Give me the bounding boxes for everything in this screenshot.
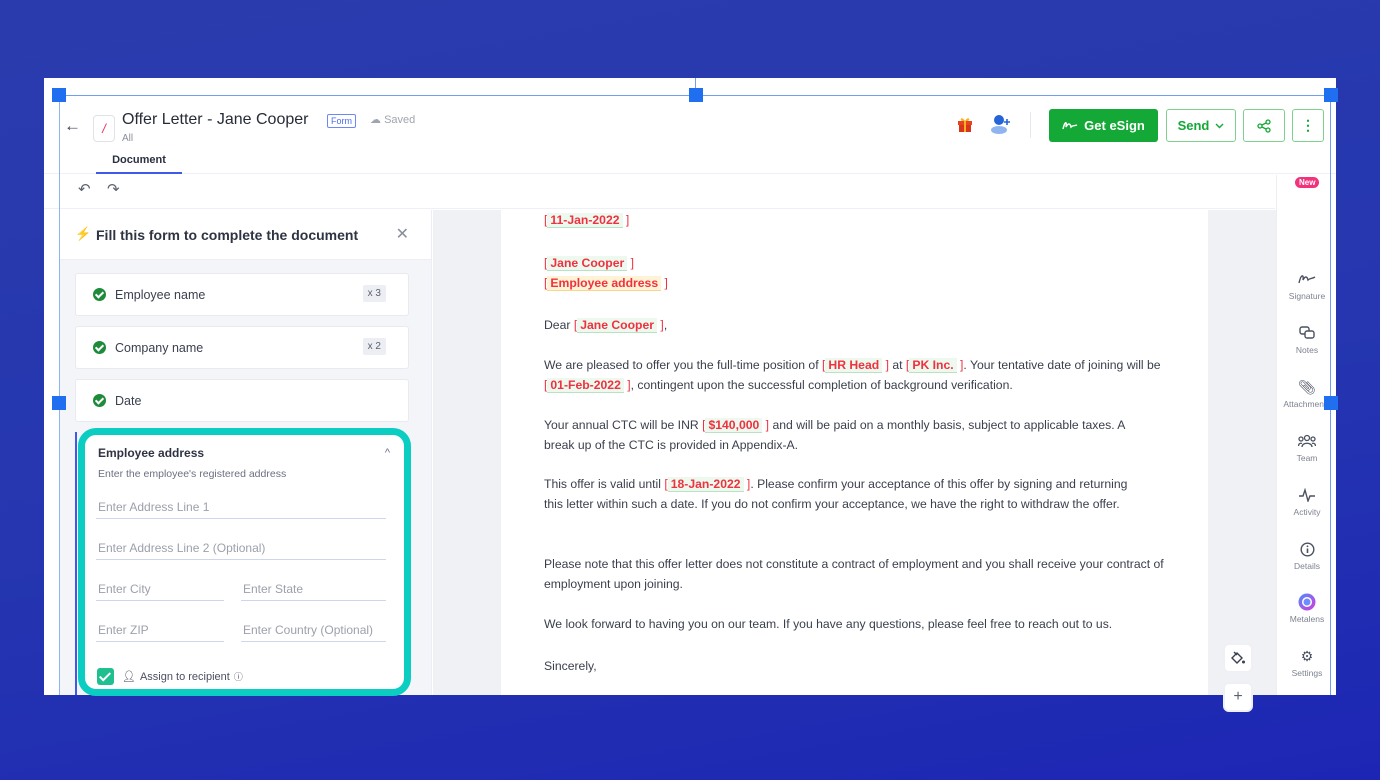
document-canvas: [11-Jan-2022 ] [Jane Cooper ] [Employee … (433, 210, 1276, 695)
signature-icon (1298, 275, 1316, 284)
right-sidebar: Signature Notes 📎︎ Attachments Team Acti… (1276, 175, 1336, 695)
name-line: [Jane Cooper ] (544, 256, 634, 271)
field-date[interactable]: Date (75, 379, 409, 422)
address-line1-input[interactable] (96, 496, 386, 519)
field-employee-name[interactable]: Employee name x 3 (75, 273, 409, 316)
greeting: Dear [Jane Cooper ], (544, 318, 668, 333)
sidebar-item-team[interactable]: Team (1277, 432, 1336, 463)
resize-handle[interactable] (52, 88, 66, 102)
signature-icon (1062, 121, 1078, 129)
check-circle-icon (93, 288, 106, 301)
address-field-title: Employee address (98, 446, 205, 460)
date-line: [11-Jan-2022 ] (544, 213, 630, 228)
employee-address-card: Employee address ^ Enter the employee's … (78, 428, 411, 696)
sidebar-item-notes[interactable]: Notes (1277, 324, 1336, 355)
paragraph-position: We are pleased to offer you the full-tim… (544, 358, 1161, 393)
chevron-up-icon[interactable]: ^ (385, 447, 390, 459)
placeholder-joining-date[interactable]: 01-Feb-2022 (547, 378, 624, 393)
assign-to-recipient-row: 👤︎ Assign to recipient ⓘ (97, 668, 243, 685)
placeholder-position[interactable]: HR Head (825, 358, 883, 373)
info-icon[interactable]: ⓘ (234, 670, 243, 683)
chevron-down-icon (1215, 123, 1224, 128)
add-user-icon[interactable] (990, 114, 1012, 134)
back-button[interactable]: ← (64, 116, 81, 136)
team-icon (1298, 434, 1316, 448)
form-panel-title: Fill this form to complete the document (96, 227, 359, 243)
placeholder-employee-name[interactable]: Jane Cooper (577, 318, 658, 333)
placeholder-valid-until[interactable]: 18-Jan-2022 (667, 477, 744, 492)
new-badge: New (1295, 177, 1320, 188)
resize-handle[interactable] (52, 396, 66, 410)
redo-button[interactable]: ↷ (107, 180, 120, 198)
placeholder-company[interactable]: PK Inc. (909, 358, 957, 373)
add-button[interactable]: + (1223, 682, 1253, 712)
paint-bucket-icon (1231, 651, 1245, 664)
kebab-icon: ⋮ (1301, 117, 1315, 133)
close-icon[interactable]: ✕ (396, 224, 409, 244)
paperclip-icon: 📎︎ (1298, 378, 1316, 395)
more-options-button[interactable]: ⋮ (1292, 109, 1324, 142)
document-title[interactable]: Offer Letter - Jane Cooper (122, 111, 308, 129)
placeholder-ctc[interactable]: $140,000 (705, 418, 763, 433)
share-icon (1257, 118, 1271, 133)
address-field-description: Enter the employee's registered address (98, 468, 287, 480)
closing: Sincerely, (544, 659, 597, 673)
form-badge: Form (327, 114, 356, 128)
usage-count: x 2 (362, 338, 386, 355)
metalens-icon (1298, 593, 1316, 611)
paragraph-closing-remark: We look forward to having you on our tea… (544, 617, 1113, 631)
placeholder-employee-name[interactable]: Jane Cooper (547, 256, 628, 271)
gear-icon: ⚙ (1300, 647, 1314, 664)
document-icon: / (93, 115, 115, 142)
sidebar-item-details[interactable]: Details (1277, 540, 1336, 571)
undo-button[interactable]: ↶ (78, 180, 91, 198)
selection-outline (1330, 95, 1331, 695)
plus-icon: + (1233, 688, 1243, 705)
address-line: [Employee address ] (544, 276, 668, 291)
cloud-icon: ☁ (370, 114, 381, 126)
sidebar-item-signature[interactable]: Signature (1277, 270, 1336, 301)
assign-checkbox[interactable] (97, 668, 114, 685)
get-esign-button[interactable]: Get eSign (1049, 109, 1158, 142)
share-button[interactable] (1243, 109, 1285, 142)
paragraph-ctc: Your annual CTC will be INR [$140,000 ] … (544, 418, 1125, 452)
resize-handle[interactable] (689, 88, 703, 102)
placeholder-date[interactable]: 11-Jan-2022 (547, 213, 623, 228)
notes-icon (1299, 326, 1315, 339)
document-page: [11-Jan-2022 ] [Jane Cooper ] [Employee … (501, 210, 1208, 695)
address-line2-input[interactable] (96, 537, 386, 560)
sidebar-item-settings[interactable]: ⚙ Settings (1277, 647, 1336, 679)
usage-count: x 3 (362, 285, 386, 302)
sidebar-item-metalens[interactable]: Metalens (1277, 593, 1336, 624)
form-panel-header: ⚡ Fill this form to complete the documen… (59, 210, 431, 260)
saved-status: ☁ Saved (370, 114, 416, 126)
user-icon: 👤︎ (122, 671, 136, 683)
zip-input[interactable] (96, 619, 224, 642)
paragraph-note: Please note that this offer letter does … (544, 557, 1164, 591)
info-icon (1299, 541, 1315, 557)
country-input[interactable] (241, 619, 386, 642)
check-circle-icon (93, 341, 106, 354)
resize-handle[interactable] (1324, 396, 1338, 410)
city-input[interactable] (96, 578, 224, 601)
activity-icon (1299, 488, 1315, 502)
placeholder-employee-address[interactable]: Employee address (547, 276, 662, 291)
resize-handle[interactable] (1324, 88, 1338, 102)
field-company-name[interactable]: Company name x 2 (75, 326, 409, 369)
state-input[interactable] (241, 578, 386, 601)
editor-toolbar: ↶ ↷ (44, 175, 1275, 209)
check-circle-icon (93, 394, 106, 407)
paragraph-validity: This offer is valid until [18-Jan-2022 ]… (544, 477, 1128, 511)
gift-icon[interactable] (957, 116, 973, 132)
folder-label[interactable]: All (122, 133, 133, 144)
lightning-icon: ⚡ (75, 226, 92, 241)
sidebar-item-activity[interactable]: Activity (1277, 486, 1336, 517)
fill-style-button[interactable] (1223, 643, 1253, 673)
selection-outline (59, 95, 60, 695)
tab-document[interactable]: Document (96, 154, 182, 174)
divider (1030, 112, 1031, 138)
send-button[interactable]: Send (1166, 109, 1236, 142)
